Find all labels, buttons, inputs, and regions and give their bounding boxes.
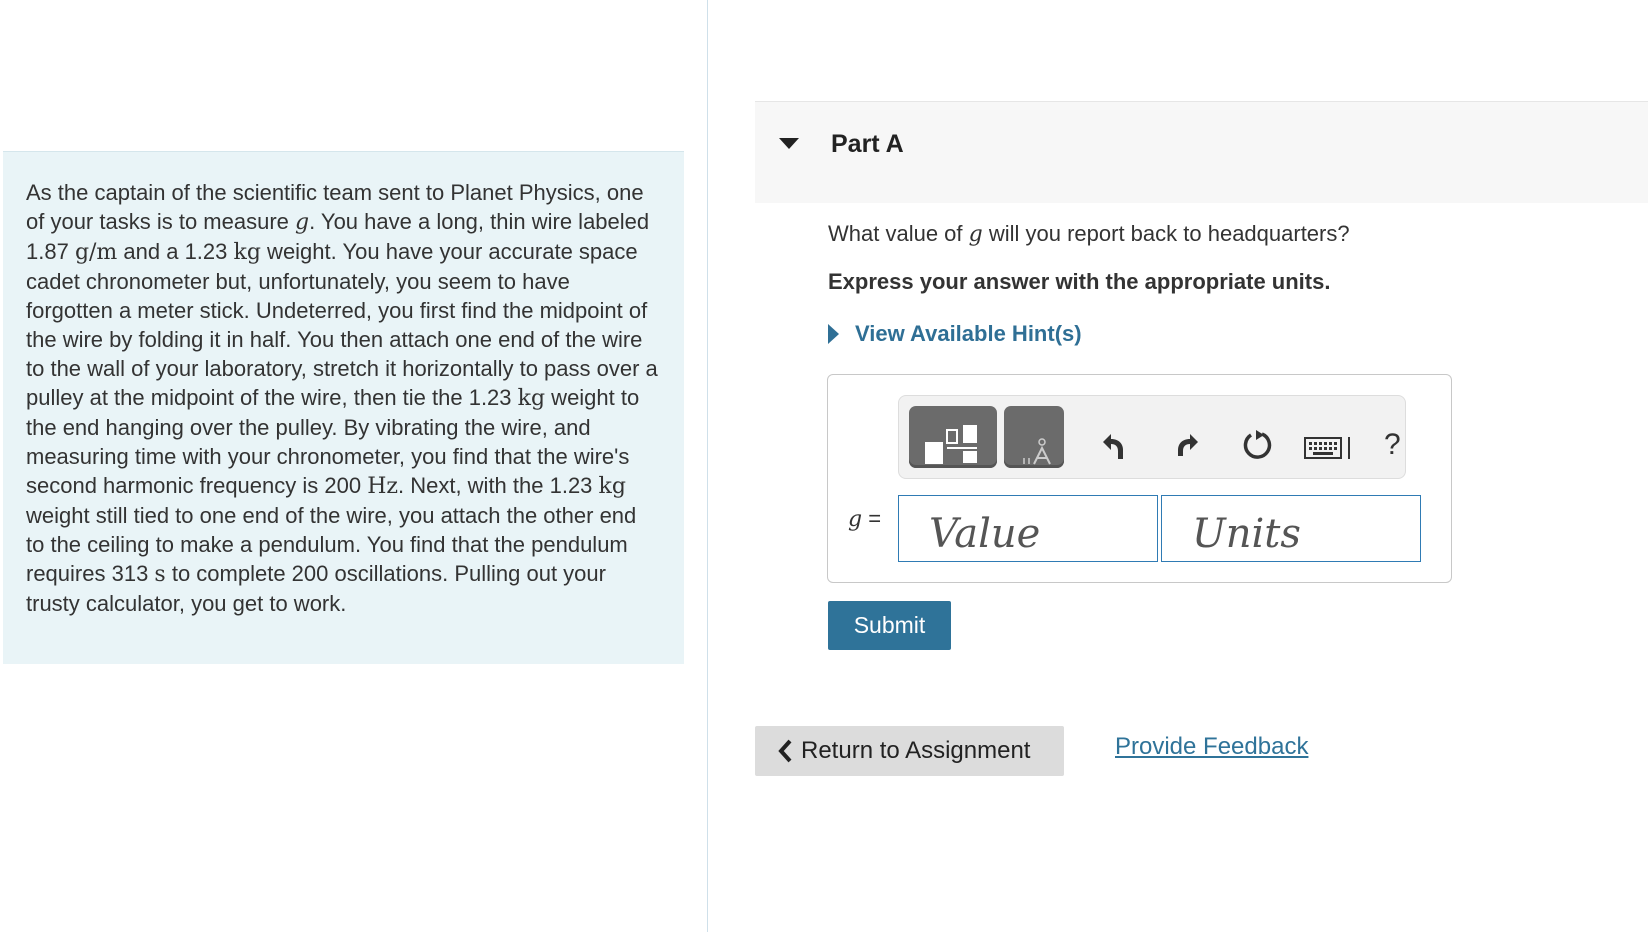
reset-icon: [1243, 430, 1272, 459]
units-symbols-button[interactable]: [1004, 406, 1064, 468]
math-g: g: [968, 222, 983, 247]
unit-kg: kg: [233, 240, 261, 265]
part-title: Part A: [831, 130, 904, 158]
unit-kg: kg: [598, 474, 626, 499]
help-button[interactable]: ?: [1384, 430, 1401, 460]
units-symbols-icon: [1023, 438, 1051, 465]
part-a-header[interactable]: Part A: [755, 101, 1648, 203]
instruction-text: Express your answer with the appropriate…: [828, 269, 1331, 294]
answer-box: ? g =: [827, 374, 1452, 583]
value-input[interactable]: [898, 495, 1158, 562]
caret-right-icon: [828, 324, 839, 344]
unit-hz: Hz: [367, 474, 398, 499]
caret-down-icon[interactable]: [779, 138, 799, 149]
redo-icon: [1178, 434, 1198, 456]
unit-g-per-m: g/m: [74, 240, 118, 265]
answer-variable-label: g =: [848, 506, 881, 532]
return-to-assignment-button[interactable]: Return to Assignment: [755, 726, 1064, 776]
question-post: will you report back to headquarters?: [982, 221, 1350, 246]
redo-button[interactable]: [1174, 430, 1202, 460]
math-g: g: [295, 210, 310, 235]
keyboard-button[interactable]: [1304, 436, 1356, 460]
keyboard-icon: [1304, 437, 1350, 459]
problem-statement: As the captain of the scientific team se…: [3, 151, 684, 664]
unit-s: s: [154, 562, 166, 587]
equals-sign: =: [862, 506, 882, 531]
question-text: What value of g will you report back to …: [828, 221, 1350, 247]
panel-divider: [707, 0, 708, 932]
math-g: g: [848, 507, 863, 532]
view-hints-label[interactable]: View Available Hint(s): [855, 321, 1082, 347]
question-pre: What value of: [828, 221, 969, 246]
undo-icon: [1103, 434, 1123, 459]
undo-button[interactable]: [1099, 430, 1127, 460]
chevron-left-icon: [778, 739, 792, 763]
return-label: Return to Assignment: [801, 737, 1031, 764]
submit-button[interactable]: Submit: [828, 601, 951, 650]
view-hints-toggle[interactable]: View Available Hint(s): [828, 321, 1082, 347]
templates-button[interactable]: [909, 406, 997, 468]
units-input[interactable]: [1161, 495, 1421, 562]
reset-button[interactable]: [1242, 429, 1274, 461]
templates-icon: [925, 425, 977, 464]
problem-text: and a 1.23: [117, 239, 234, 264]
unit-kg: kg: [517, 386, 546, 411]
problem-text: . Next, with the 1.23: [397, 473, 599, 498]
math-toolbar: ?: [898, 395, 1406, 479]
provide-feedback-link[interactable]: Provide Feedback: [1115, 733, 1308, 761]
